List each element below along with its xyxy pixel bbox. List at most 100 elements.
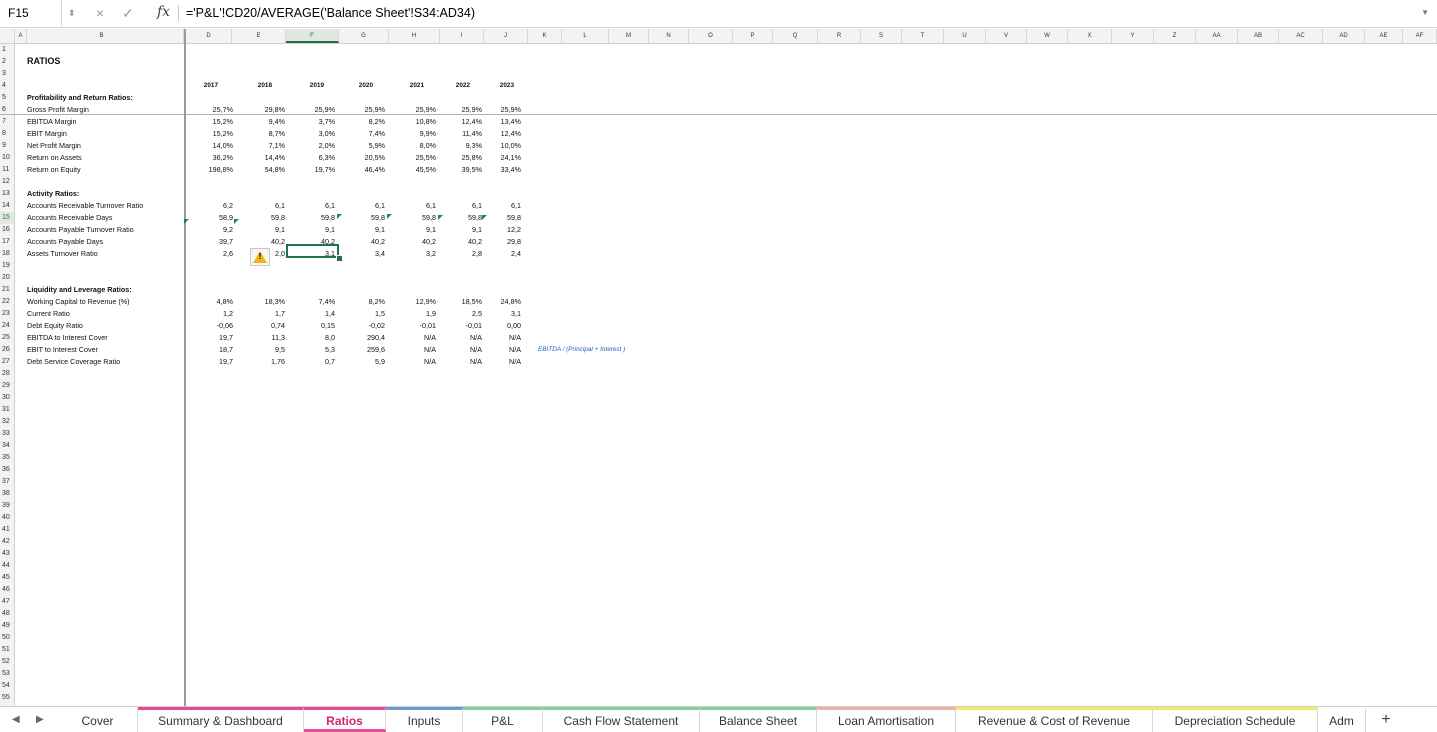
ratio-value[interactable]: 59,8 (446, 212, 482, 224)
ratio-value[interactable]: 59,8 (349, 212, 385, 224)
ratio-value[interactable]: -0,01 (400, 320, 436, 332)
ratio-value[interactable]: 40,2 (400, 236, 436, 248)
column-header-y[interactable]: Y (1112, 29, 1154, 43)
row-header-3[interactable]: 3 (0, 68, 14, 80)
column-header-f[interactable]: F (286, 29, 339, 43)
column-header-n[interactable]: N (649, 29, 689, 43)
column-header-k[interactable]: K (528, 29, 562, 43)
column-header-t[interactable]: T (902, 29, 944, 43)
column-header-z[interactable]: Z (1154, 29, 1196, 43)
ratio-value[interactable]: 3,7% (299, 116, 335, 128)
ratio-value[interactable]: 9,5 (249, 344, 285, 356)
row-header-10[interactable]: 10 (0, 152, 14, 164)
formula-input[interactable]: ='P&L'!CD20/AVERAGE('Balance Sheet'!S34:… (186, 0, 475, 26)
row-header-51[interactable]: 51 (0, 644, 14, 656)
column-header-ae[interactable]: AE (1365, 29, 1403, 43)
ratio-value[interactable]: 33,4% (485, 164, 521, 176)
ratio-value[interactable]: 1,76 (249, 356, 285, 368)
cell-area[interactable]: RATIOS 2017 2018 2019 2020 2021 2022 2023 Profit… (15, 44, 1437, 706)
ratio-value[interactable]: 29,8 (485, 236, 521, 248)
row-header-4[interactable]: 4 (0, 80, 14, 92)
ratio-value[interactable]: 2,8 (446, 248, 482, 260)
ratio-value[interactable]: 290,4 (349, 332, 385, 344)
ratio-value[interactable]: 18,7 (197, 344, 233, 356)
ratio-value[interactable]: 2,5 (446, 308, 482, 320)
row-header-25[interactable]: 25 (0, 332, 14, 344)
ratio-value[interactable]: N/A (485, 344, 521, 356)
tab-depreciation-schedule[interactable]: Depreciation Schedule (1153, 707, 1318, 732)
row-header-2[interactable]: 2 (0, 56, 14, 68)
row-header-36[interactable]: 36 (0, 464, 14, 476)
ratio-value[interactable]: 6,2 (197, 200, 233, 212)
ratio-value[interactable]: 10,0% (485, 140, 521, 152)
row-header-24[interactable]: 24 (0, 320, 14, 332)
column-header-i[interactable]: I (440, 29, 484, 43)
ratio-value[interactable]: 9,4% (249, 116, 285, 128)
ratio-value[interactable]: 14,0% (197, 140, 233, 152)
ratio-value[interactable]: 9,1 (446, 224, 482, 236)
ratio-value[interactable]: 7,4% (299, 296, 335, 308)
ratio-value[interactable]: 198,8% (197, 164, 233, 176)
row-header-34[interactable]: 34 (0, 440, 14, 452)
row-header-54[interactable]: 54 (0, 680, 14, 692)
ratio-value[interactable]: N/A (446, 356, 482, 368)
tab-inputs[interactable]: Inputs (386, 707, 463, 732)
row-header-11[interactable]: 11 (0, 164, 14, 176)
ratio-value[interactable]: 54,8% (249, 164, 285, 176)
column-header-l[interactable]: L (562, 29, 609, 43)
column-header-q[interactable]: Q (773, 29, 818, 43)
ratio-value[interactable]: -0,02 (349, 320, 385, 332)
row-header-8[interactable]: 8 (0, 128, 14, 140)
ratio-value[interactable]: 8,0 (299, 332, 335, 344)
row-header-17[interactable]: 17 (0, 236, 14, 248)
ratio-value[interactable]: 18,5% (446, 296, 482, 308)
row-header-30[interactable]: 30 (0, 392, 14, 404)
row-header-27[interactable]: 27 (0, 356, 14, 368)
ratio-value[interactable]: 39,7 (197, 236, 233, 248)
column-header-x[interactable]: X (1068, 29, 1112, 43)
row-header-14[interactable]: 14 (0, 200, 14, 212)
column-header-w[interactable]: W (1027, 29, 1068, 43)
ratio-value[interactable]: 20,5% (349, 152, 385, 164)
ratio-value[interactable]: N/A (446, 332, 482, 344)
row-header-52[interactable]: 52 (0, 656, 14, 668)
ratio-value[interactable]: 11,3 (249, 332, 285, 344)
row-header-33[interactable]: 33 (0, 428, 14, 440)
row-header-37[interactable]: 37 (0, 476, 14, 488)
ratio-value[interactable]: 7,4% (349, 128, 385, 140)
row-header-5[interactable]: 5 (0, 92, 14, 104)
column-header-m[interactable]: M (609, 29, 649, 43)
spreadsheet-grid[interactable]: A B D E F G H I J K L M N O P Q R S T U V W X Y Z AA AB AC AD AE AF 12… (0, 29, 1437, 706)
ratio-value[interactable]: 19,7 (197, 332, 233, 344)
ratio-value[interactable]: 2,4 (485, 248, 521, 260)
ratio-value[interactable]: N/A (400, 332, 436, 344)
row-header-20[interactable]: 20 (0, 272, 14, 284)
ratio-value[interactable]: 36,2% (197, 152, 233, 164)
ratio-value[interactable]: 9,1 (349, 224, 385, 236)
ratio-value[interactable]: 59,8 (249, 212, 285, 224)
row-header-26[interactable]: 26 (0, 344, 14, 356)
ratio-value[interactable]: 45,5% (400, 164, 436, 176)
row-header-43[interactable]: 43 (0, 548, 14, 560)
ratio-value[interactable]: 58,9 (197, 212, 233, 224)
ratio-value[interactable]: 12,4% (485, 128, 521, 140)
ratio-value[interactable]: 3,2 (400, 248, 436, 260)
ratio-value[interactable]: -0,06 (197, 320, 233, 332)
ratio-value[interactable]: N/A (485, 356, 521, 368)
name-box[interactable]: F15 (0, 0, 62, 26)
ratio-value[interactable]: 1,4 (299, 308, 335, 320)
column-header-b[interactable]: B (20, 29, 184, 43)
tab-prev-icon[interactable]: ◀ (12, 707, 20, 732)
tab-next-icon[interactable]: ▶ (36, 707, 44, 732)
ratio-value[interactable]: N/A (446, 344, 482, 356)
ratio-value[interactable]: 12,9% (400, 296, 436, 308)
ratio-value[interactable]: 3,4 (349, 248, 385, 260)
tab-adm[interactable]: Adm (1318, 707, 1366, 732)
ratio-value[interactable]: 5,9% (349, 140, 385, 152)
ratio-value[interactable]: N/A (400, 344, 436, 356)
row-header-46[interactable]: 46 (0, 584, 14, 596)
row-header-31[interactable]: 31 (0, 404, 14, 416)
row-header-16[interactable]: 16 (0, 224, 14, 236)
ratio-value[interactable]: 9,3% (446, 140, 482, 152)
name-box-spin-icon[interactable]: ⬍ (68, 0, 76, 26)
